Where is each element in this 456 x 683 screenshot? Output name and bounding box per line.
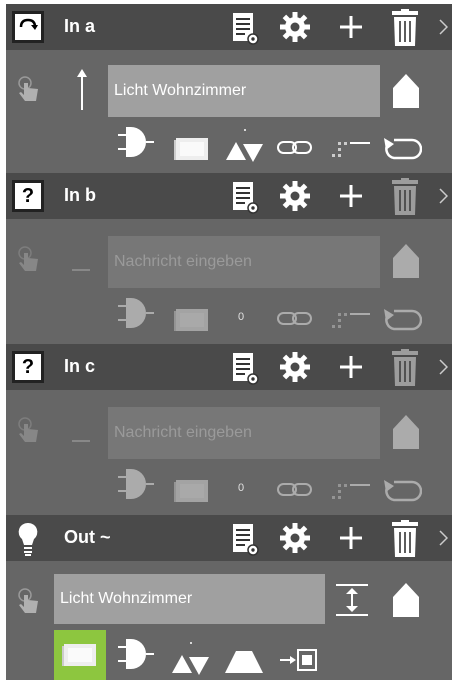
block-body-in-a: Licht Wohnzimmer: [6, 50, 452, 173]
dotted-line-icon[interactable]: [330, 476, 370, 507]
document-settings-icon[interactable]: [231, 522, 259, 561]
device-box-icon[interactable]: [172, 305, 210, 340]
plus-icon[interactable]: [339, 526, 363, 555]
block-body-in-b: Nachricht eingeben 0: [6, 219, 452, 344]
block-title: Out ~: [64, 527, 111, 547]
home-icon[interactable]: [392, 582, 420, 623]
gear-icon[interactable]: [278, 10, 312, 49]
question-icon[interactable]: ?: [12, 180, 44, 212]
loop-arrow-icon[interactable]: [384, 476, 423, 509]
touch-hand-icon[interactable]: [16, 587, 42, 620]
counter-value: 0: [238, 311, 245, 323]
link-icon[interactable]: [276, 480, 314, 505]
counter-value: 0: [238, 482, 245, 494]
trash-icon[interactable]: [391, 178, 419, 221]
range-arrows-icon[interactable]: [334, 583, 370, 622]
link-icon[interactable]: [276, 309, 314, 334]
block-body-in-c: Nachricht eingeben 0: [6, 390, 452, 515]
chevron-right-icon[interactable]: [438, 359, 449, 380]
direction-arrow-icon[interactable]: [76, 68, 88, 117]
up-down-triangles-icon[interactable]: [224, 126, 264, 169]
home-icon[interactable]: [392, 243, 420, 284]
trash-icon[interactable]: [391, 520, 419, 563]
gear-icon[interactable]: [278, 179, 312, 218]
block-title: In b: [64, 185, 96, 205]
home-icon[interactable]: [392, 414, 420, 455]
device-toggle-active[interactable]: [54, 630, 106, 680]
gear-icon[interactable]: [278, 350, 312, 389]
chevron-right-icon[interactable]: [438, 19, 449, 40]
gear-icon[interactable]: [278, 521, 312, 560]
direction-arrow-icon[interactable]: [72, 259, 90, 277]
plus-icon[interactable]: [339, 184, 363, 213]
document-settings-icon[interactable]: [231, 180, 259, 219]
touch-hand-icon[interactable]: [16, 75, 42, 108]
document-settings-icon[interactable]: [231, 11, 259, 50]
export-device-icon[interactable]: [278, 647, 318, 678]
direction-arrow-icon[interactable]: [72, 430, 90, 448]
message-field[interactable]: Nachricht eingeben: [108, 407, 380, 459]
touch-hand-icon[interactable]: [16, 416, 42, 449]
link-icon[interactable]: [276, 138, 314, 163]
block-header-out[interactable]: Out ~: [6, 515, 452, 561]
chevron-right-icon[interactable]: [438, 188, 449, 209]
device-box-icon[interactable]: [172, 134, 210, 169]
and-gate-icon[interactable]: [118, 294, 154, 339]
device-box-icon: [62, 644, 96, 666]
loop-arrow-icon[interactable]: [384, 305, 423, 338]
lightbulb-icon[interactable]: [16, 521, 40, 562]
trash-icon[interactable]: [391, 9, 419, 52]
arrow-curve-icon[interactable]: [12, 11, 44, 43]
block-title: In a: [64, 16, 96, 36]
question-icon[interactable]: ?: [12, 351, 44, 383]
and-gate-icon[interactable]: [118, 465, 154, 510]
plus-icon[interactable]: [339, 355, 363, 384]
dotted-line-icon[interactable]: [330, 134, 370, 165]
plus-icon[interactable]: [339, 15, 363, 44]
block-body-out: Licht Wohnzimmer: [6, 561, 452, 680]
block-header-in-c[interactable]: ? In c: [6, 344, 452, 390]
device-box-icon[interactable]: [172, 476, 210, 511]
message-field[interactable]: Nachricht eingeben: [108, 236, 380, 288]
chevron-right-icon[interactable]: [438, 530, 449, 551]
block-title: In c: [64, 356, 96, 376]
home-icon[interactable]: [392, 73, 420, 114]
block-header-in-b[interactable]: ? In b: [6, 173, 452, 219]
loop-arrow-icon[interactable]: [384, 134, 423, 167]
document-settings-icon[interactable]: [231, 351, 259, 390]
dotted-line-icon[interactable]: [330, 305, 370, 336]
touch-hand-icon[interactable]: [16, 245, 42, 278]
and-gate-icon[interactable]: [118, 635, 154, 680]
up-down-triangles-icon[interactable]: [170, 639, 210, 680]
message-field[interactable]: Licht Wohnzimmer: [108, 65, 380, 117]
and-gate-icon[interactable]: [118, 123, 154, 168]
block-header-in-a[interactable]: In a: [6, 4, 452, 50]
trash-icon[interactable]: [391, 349, 419, 392]
message-field[interactable]: Licht Wohnzimmer: [54, 574, 325, 624]
bell-curve-icon[interactable]: [224, 647, 264, 680]
app-frame: In a Licht Wohnzimmer ? In b Nachricht e…: [6, 4, 452, 680]
